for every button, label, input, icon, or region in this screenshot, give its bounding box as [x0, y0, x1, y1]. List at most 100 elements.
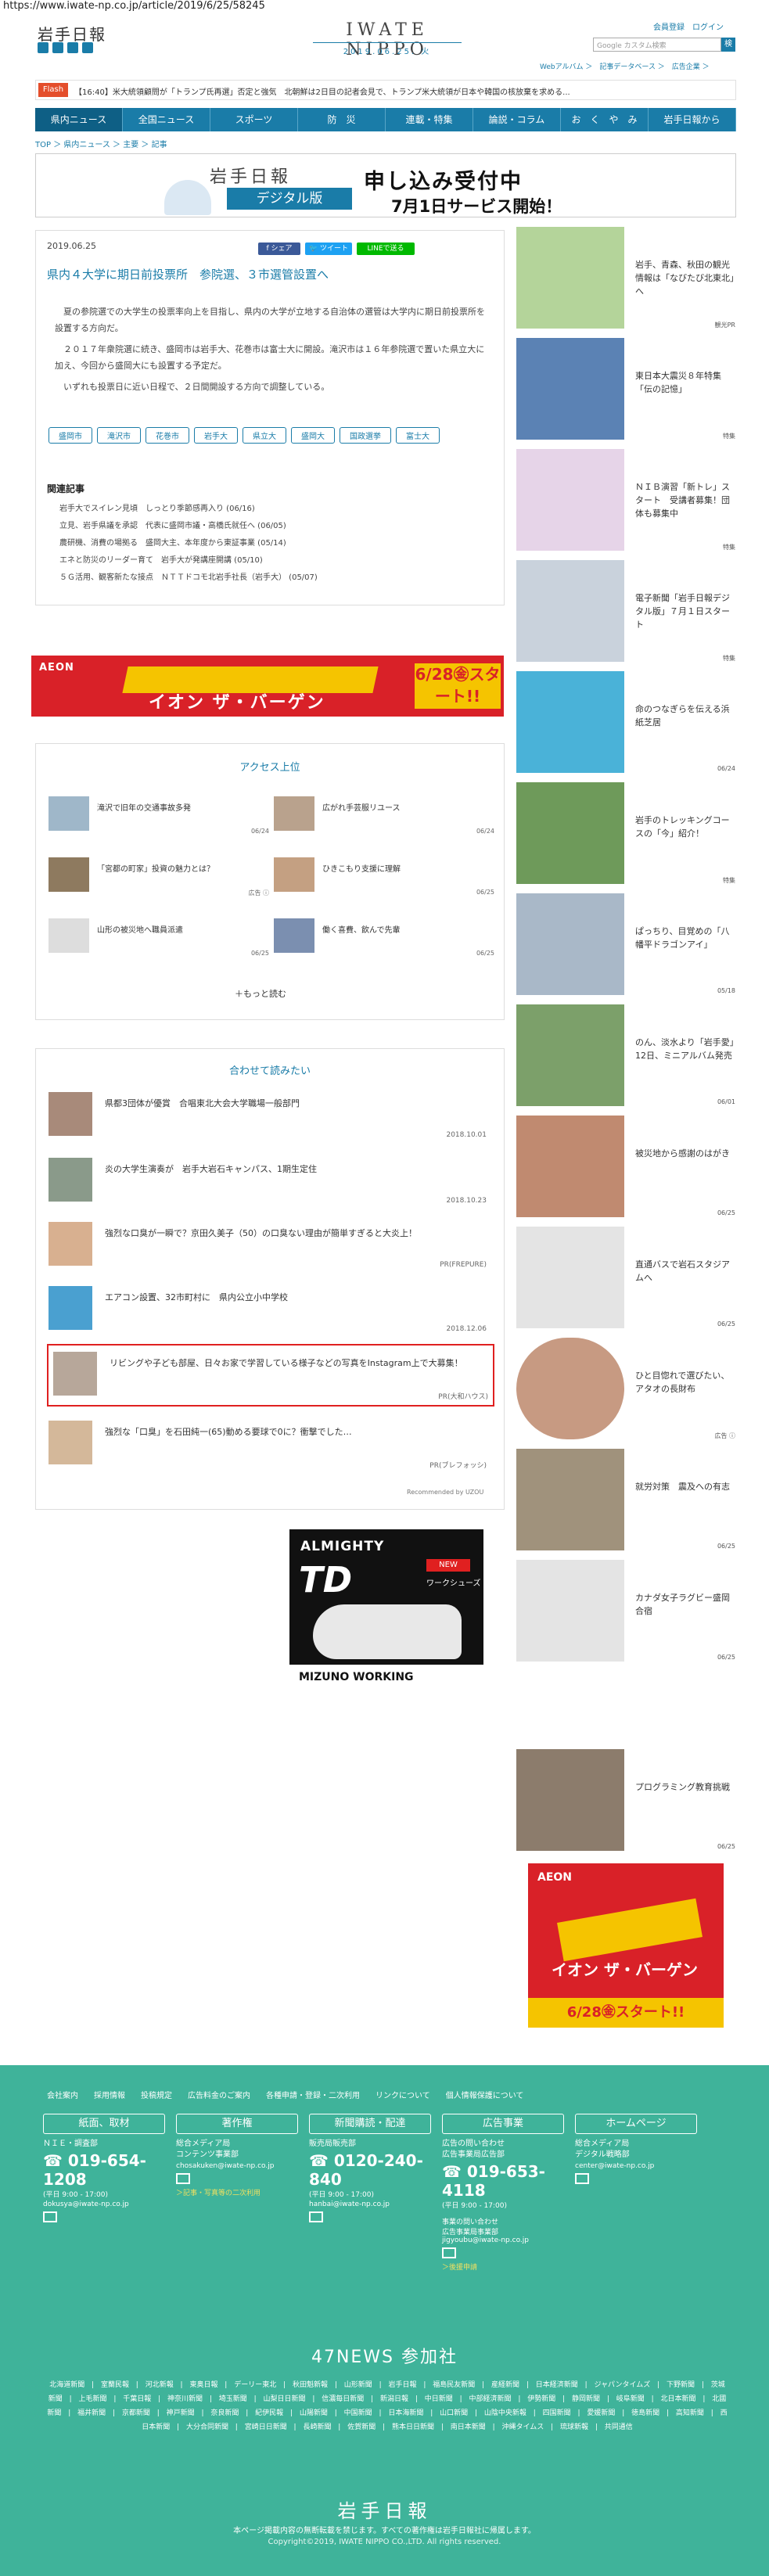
email-address[interactable]: hanbai@iwate-np.co.jp [309, 2201, 431, 2208]
sidebar-item[interactable]: 電子新聞「岩手日報デジタル版」７月１日スタート 特集 [516, 560, 737, 666]
search-input[interactable]: Google カスタム検索 [593, 38, 721, 52]
tag[interactable]: 滝沢市 [97, 427, 141, 444]
footer-box-editorial: 紙面、取材 ＮＩＥ・調査部 ☎ 019-654-1208 (平日 9:00 - … [43, 2114, 165, 2222]
sidebar-item[interactable]: プログラミング教育挑戦 06/25 [516, 1749, 737, 1855]
footer-link[interactable]: 各種申請・登録・二次利用 [266, 2089, 360, 2100]
flash-text[interactable]: 【16:40】米大統領顧問が「トランプ氏再選」否定と強気 北朝鮮は2日目の記者会… [74, 85, 728, 97]
twitter-icon[interactable] [38, 42, 49, 53]
sidebar-item[interactable]: 被災地から感謝のはがき 06/25 [516, 1116, 737, 1221]
mail-icon[interactable] [575, 2173, 589, 2184]
nav-item-from-nippo[interactable]: 岩手日報から [649, 108, 736, 131]
youtube-icon[interactable] [67, 42, 78, 53]
facebook-share-button[interactable]: f シェア [258, 243, 300, 255]
sidebar-item[interactable]: のん、淡水より「岩手愛」 12日、ミニアルバム発売 06/01 [516, 1004, 742, 1110]
nav-item-national[interactable]: 全国ニュース [123, 108, 210, 131]
ranking-item[interactable]: 山形の被災地へ職員派遣 06/25 [49, 918, 275, 962]
line-share-button[interactable]: LINEで送る [357, 243, 415, 255]
mizuno-ad[interactable]: ALMIGHTY TD NEW ワークシューズ MIZUNO WORKING [289, 1529, 483, 1690]
ranking-item[interactable]: 働く喜費、飲んで先輩 06/25 [274, 918, 501, 962]
recommended-item[interactable]: 強烈な口臭が一瞬で？京田久美子（50）の口臭ない理由が簡単すぎると大炎上！ PR(… [49, 1222, 487, 1277]
footer-logo: 岩手日報 [337, 2500, 432, 2522]
thumbnail [516, 1749, 624, 1851]
nav-item-column[interactable]: 論説・コラム [473, 108, 561, 131]
nav-item-sports[interactable]: スポーツ [210, 108, 298, 131]
ad-date: 6/28㊎スタート!! [528, 1998, 724, 2028]
sidebar-item[interactable]: ぱっちり、目覚めの「八幡平ドラゴンアイ」 05/18 [516, 893, 737, 999]
phone-number[interactable]: ☎ 019-653-4118 [442, 2162, 564, 2200]
thumbnail [49, 857, 89, 892]
ranking-item[interactable]: ひきこもり支援に理解 06/25 [274, 857, 501, 901]
shoe-image [313, 1604, 462, 1659]
footer-link[interactable]: 採用情報 [94, 2089, 125, 2100]
related-link[interactable]: エネと防災のリーダー育て 岩手大が発講座開講 (05/10) [59, 552, 318, 569]
sidebar-date: 06/25 [717, 1654, 735, 1661]
sidebar-item[interactable]: 命のつなぎらを伝える浜紙芝居 06/24 [516, 671, 737, 777]
aeon-side-ad[interactable]: AEON イオン ザ・バーゲン 6/28㊎スタート!! [528, 1863, 724, 2028]
sidebar-item[interactable]: 直通バスで岩石スタジアムへ 06/25 [516, 1227, 737, 1332]
recommended-item[interactable]: エアコン設置、32市町村に 県内公立小中学校 2018.12.06 [49, 1286, 487, 1341]
nav-item-series[interactable]: 連載・特集 [386, 108, 473, 131]
sidebar-item[interactable]: 就労対策 震及への有志 06/25 [516, 1449, 737, 1554]
email-address[interactable]: chosakuken@iwate-np.co.jp [176, 2162, 298, 2170]
nav-item-disaster[interactable]: 防 災 [298, 108, 386, 131]
email-address[interactable]: 事業の問い合わせ 広告事業局事業部 jigyoubu@iwate-np.co.j… [442, 2216, 564, 2244]
phone-number[interactable]: ☎ 0120-240-840 [309, 2151, 431, 2189]
tag[interactable]: 盛岡市 [49, 427, 92, 444]
email-address[interactable]: dokusya@iwate-np.co.jp [43, 2201, 165, 2208]
tag[interactable]: 国政選挙 [340, 427, 391, 444]
sidebar-item[interactable]: ＮＩＢ演習「新トレ」スタート 受講者募集！団体も募集中 特集 [516, 449, 737, 555]
read-more-button[interactable]: ＋もっと読む [235, 987, 286, 1000]
footer-link[interactable]: 会社案内 [47, 2089, 78, 2100]
related-link[interactable]: 岩手大でスイレン見頃 しっとり季節感再入り (06/16) [59, 501, 318, 518]
tag[interactable]: 盛岡大 [291, 427, 335, 444]
related-list: 岩手大でスイレン見頃 しっとり季節感再入り (06/16) 立見、岩手県議を承認… [59, 501, 318, 587]
mail-icon[interactable] [309, 2211, 323, 2222]
recommended-item[interactable]: リビングや子ども部屋、日々お家で学習している様子などの写真をInstagram上… [53, 1352, 488, 1407]
partner-papers[interactable]: 北海道新聞 | 室蘭民報 | 河北新報 | 東奥日報 | デーリー東北 | 秋田… [47, 2378, 728, 2434]
footer-link[interactable]: 広告料金のご案内 [188, 2089, 250, 2100]
footer-link[interactable]: リンクについて [376, 2089, 430, 2100]
nav-item-prefecture[interactable]: 県内ニュース [35, 108, 123, 131]
tag[interactable]: 岩手大 [194, 427, 238, 444]
tag[interactable]: 富士大 [396, 427, 440, 444]
site-logo[interactable]: 岩手日報 [38, 22, 106, 45]
email-address[interactable]: center@iwate-np.co.jp [575, 2162, 697, 2170]
recommended-item[interactable]: 強烈な「口臭」を石田純一(65)動める要球で0に？衝撃でした… PR(ブレフォッシ… [49, 1421, 487, 1475]
recommended-item[interactable]: 炎の大学生演奏が 岩手大岩石キャンパス、1期生定住 2018.10.23 [49, 1158, 487, 1213]
instagram-icon[interactable] [82, 42, 93, 53]
member-links[interactable]: 会員登録 ログイン [653, 20, 724, 32]
sidebar-item[interactable]: ひと目惚れで選びたい、アタオの長財布 広告 ⓘ [516, 1338, 737, 1443]
search-button[interactable]: 検 [721, 38, 735, 52]
breadcrumb[interactable]: TOP ＞ 県内ニュース ＞ 主要 ＞ 記事 [35, 138, 167, 149]
footer-link[interactable]: 個人情報保護について [446, 2089, 524, 2100]
ranking-item[interactable]: 「宮都の町家」投資の魅力とは？ 広告 ⓘ [49, 857, 275, 901]
footer-link[interactable]: 投稿規定 [141, 2089, 172, 2100]
mail-icon[interactable] [43, 2211, 57, 2222]
tag[interactable]: 花巻市 [146, 427, 189, 444]
recommend-credit[interactable]: Recommended by UZOU [407, 1489, 483, 1496]
tweet-button[interactable]: 🐦 ツイート [305, 243, 352, 255]
mail-icon[interactable] [442, 2247, 456, 2258]
sidebar-item[interactable]: 岩手のトレッキングコースの「今」紹介！ 特集 [516, 782, 737, 888]
header-sublinks[interactable]: Webアルバム ＞ 記事データベース ＞ 広告企業 ＞ [540, 61, 710, 71]
tag[interactable]: 県立大 [243, 427, 286, 444]
facebook-icon[interactable] [52, 42, 63, 53]
related-link[interactable]: 農研機、消費の場拠る 盛岡大主、本年度から東証事業 (05/14) [59, 535, 318, 552]
mail-icon[interactable] [176, 2173, 190, 2184]
nav-item-obituary[interactable]: お く や み [561, 108, 649, 131]
related-link[interactable]: ５Ｇ活用、観客新たな接点 ＮＴＴドコモ北岩手社長（岩手大） (05/07) [59, 569, 318, 587]
ranking-item[interactable]: 滝沢で旧年の交通事故多発 06/24 [49, 796, 275, 840]
footer-extra-link[interactable]: ＞記事・写真等の二次利用 [176, 2187, 298, 2197]
sidebar-date: 06/25 [717, 1543, 735, 1550]
recommended-title: 強烈な「口臭」を石田純一(65)動める要球で0に？衝撃でした… [105, 1427, 352, 1437]
recommended-item[interactable]: 県都3団体が優賞 合唱東北大会大学職場一般部門 2018.10.01 [49, 1092, 487, 1147]
related-link[interactable]: 立見、岩手県議を承認 代表に盛岡市議・高橋氏就任へ (06/05) [59, 518, 318, 535]
address-bar-url[interactable]: https://www.iwate-np.co.jp/article/2019/… [3, 0, 265, 12]
phone-number[interactable]: ☎ 019-654-1208 [43, 2151, 165, 2189]
ranking-item[interactable]: 広がれ手芸服リユース 06/24 [274, 796, 501, 840]
footer-extra-link[interactable]: ＞後援申請 [442, 2262, 564, 2272]
sidebar-item[interactable]: カナダ女子ラグビー盛岡合宿 06/25 [516, 1560, 737, 1665]
sidebar-date: 05/18 [717, 987, 735, 994]
sidebar-item[interactable]: 岩手、青森、秋田の観光情報は「なびたび北東北」へ 観光PR [516, 227, 737, 332]
sidebar-item[interactable]: 東日本大震災８年特集「伝の記憶」 特集 [516, 338, 737, 444]
